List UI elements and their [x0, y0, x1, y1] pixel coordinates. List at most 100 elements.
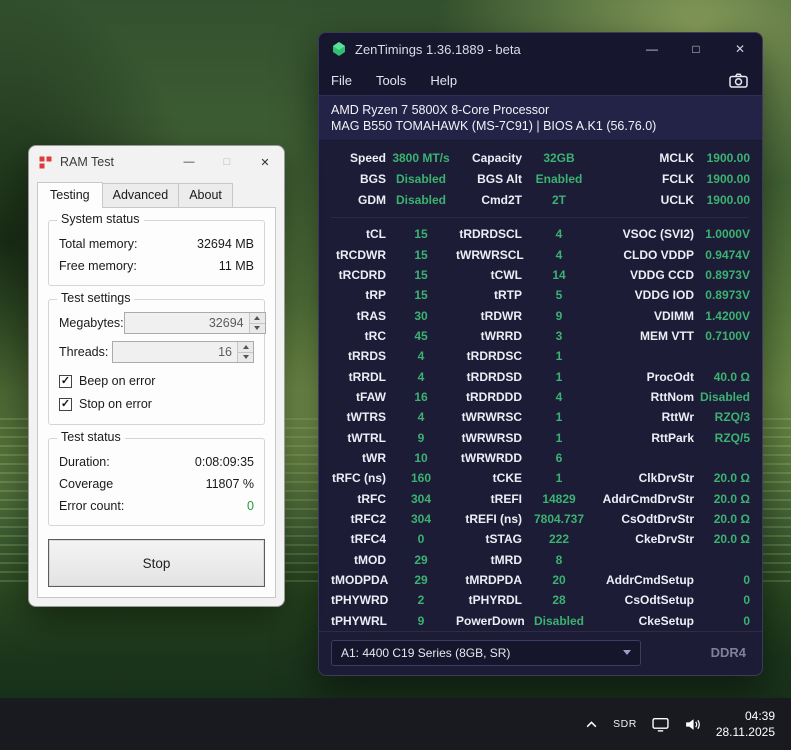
threads-input[interactable]: [113, 342, 237, 362]
timing-value: 20.0 Ω: [694, 532, 750, 546]
zentimings-titlebar[interactable]: ZenTimings 1.36.1889 - beta — □ ✕: [319, 33, 762, 65]
timing-value: 5: [522, 288, 596, 302]
memory-type-label: DDR4: [711, 645, 746, 660]
megabytes-stepper[interactable]: [124, 312, 266, 334]
timing-label: CkeDrvStr: [596, 532, 694, 546]
timing-value: 1900.00: [694, 151, 750, 165]
menu-file[interactable]: File: [331, 73, 352, 88]
taskbar-clock[interactable]: 04:39 28.11.2025: [716, 708, 775, 740]
stepper-down-icon[interactable]: [238, 352, 253, 363]
close-button[interactable]: ✕: [246, 146, 284, 178]
timing-value: 9: [386, 614, 456, 628]
timing-label: AddrCmdDrvStr: [596, 492, 694, 506]
ramtest-titlebar[interactable]: RAM Test — □ ✕: [29, 146, 284, 178]
stop-button[interactable]: Stop: [48, 539, 265, 587]
timing-value: 0.9474V: [694, 248, 750, 262]
timing-label: tRDWR: [456, 309, 522, 323]
stepper-up-icon[interactable]: [238, 342, 253, 352]
timing-label: MCLK: [596, 151, 694, 165]
timing-value: 1: [522, 370, 596, 384]
timing-label: tCL: [331, 227, 386, 241]
timing-value: 2T: [522, 193, 596, 207]
ramtest-tabs: Testing Advanced About: [37, 182, 284, 207]
coverage-row: Coverage 11807 %: [59, 473, 254, 495]
timing-label: BGS: [331, 172, 386, 186]
timing-label: tRCDWR: [331, 248, 386, 262]
timing-label: RttPark: [596, 431, 694, 445]
menu-tools[interactable]: Tools: [376, 73, 406, 88]
display-tray-icon[interactable]: [652, 717, 669, 732]
timing-value: 20.0 Ω: [694, 512, 750, 526]
tray-chevron-up-icon[interactable]: [585, 718, 598, 731]
tab-advanced[interactable]: Advanced: [102, 183, 180, 207]
timing-value: 4: [386, 370, 456, 384]
timing-label: tSTAG: [456, 532, 522, 546]
timing-label: VDDG CCD: [596, 268, 694, 282]
timing-value: 40.0 Ω: [694, 370, 750, 384]
timing-label: Cmd2T: [456, 193, 522, 207]
timing-label: BGS Alt: [456, 172, 522, 186]
timing-value: 1: [522, 471, 596, 485]
timing-value: 0.8973V: [694, 268, 750, 282]
timing-value: 6: [522, 451, 596, 465]
timing-value: 15: [386, 288, 456, 302]
free-memory-label: Free memory:: [59, 255, 137, 277]
timing-label: tRTP: [456, 288, 522, 302]
timing-value: 20: [522, 573, 596, 587]
tab-testing[interactable]: Testing: [37, 182, 103, 208]
timing-label: tRCDRD: [331, 268, 386, 282]
timing-label: tWRWRSCL: [456, 248, 522, 262]
timing-label: tPHYWRL: [331, 614, 386, 628]
beep-on-error-checkbox-row[interactable]: ✓ Beep on error: [59, 370, 254, 393]
timing-label: tREFI (ns): [456, 512, 522, 526]
menu-help[interactable]: Help: [430, 73, 457, 88]
checkbox-checked-icon[interactable]: ✓: [59, 398, 72, 411]
timing-label: tWRWRSC: [456, 410, 522, 424]
tab-about[interactable]: About: [178, 183, 233, 207]
timing-label: CsOdtSetup: [596, 593, 694, 607]
timing-value: Disabled: [694, 390, 750, 404]
free-memory-row: Free memory: 11 MB: [59, 255, 254, 277]
timing-value: 4: [522, 227, 596, 241]
maximize-button[interactable]: □: [674, 33, 718, 65]
stepper-down-icon[interactable]: [250, 323, 265, 334]
checkbox-checked-icon[interactable]: ✓: [59, 375, 72, 388]
timing-label: RttWr: [596, 410, 694, 424]
timing-label: tWR: [331, 451, 386, 465]
stop-on-error-checkbox-row[interactable]: ✓ Stop on error: [59, 393, 254, 416]
timing-label: tRFC (ns): [331, 471, 386, 485]
timing-label: AddrCmdSetup: [596, 573, 694, 587]
dimm-selector-dropdown[interactable]: A1: 4400 C19 Series (8GB, SR): [331, 640, 641, 666]
timing-label: tRDRDDD: [456, 390, 522, 404]
taskbar: SDR 04:39 28.11.2025: [0, 698, 791, 750]
timing-value: 4: [386, 410, 456, 424]
timing-value: 29: [386, 573, 456, 587]
group-label: Test status: [57, 430, 125, 444]
timing-label: tRRDL: [331, 370, 386, 384]
stepper-up-icon[interactable]: [250, 313, 265, 323]
timing-value: 9: [522, 309, 596, 323]
minimize-button[interactable]: —: [170, 146, 208, 178]
desktop: ZenTimings 1.36.1889 - beta — □ ✕ File T…: [0, 0, 791, 750]
zentimings-logo-icon: [331, 41, 347, 57]
speaker-tray-icon[interactable]: [684, 717, 701, 732]
timing-value: 30: [386, 309, 456, 323]
system-info-strip: AMD Ryzen 7 5800X 8-Core Processor MAG B…: [319, 95, 762, 141]
window-title: RAM Test: [60, 155, 114, 169]
screenshot-camera-button[interactable]: [729, 73, 748, 88]
timing-value: 1.4200V: [694, 309, 750, 323]
timing-value: RZQ/5: [694, 431, 750, 445]
timing-value: 304: [386, 492, 456, 506]
threads-stepper[interactable]: [112, 341, 254, 363]
timing-value: 0.7100V: [694, 329, 750, 343]
close-button[interactable]: ✕: [718, 33, 762, 65]
timing-label: tRDRDSCL: [456, 227, 522, 241]
megabytes-input[interactable]: [125, 313, 249, 333]
timing-value: 4: [522, 248, 596, 262]
sdr-indicator[interactable]: SDR: [613, 718, 637, 730]
timing-value: Disabled: [386, 172, 456, 186]
total-memory-label: Total memory:: [59, 233, 138, 255]
timing-label: CLDO VDDP: [596, 248, 694, 262]
section-divider: [331, 217, 748, 218]
minimize-button[interactable]: —: [630, 33, 674, 65]
